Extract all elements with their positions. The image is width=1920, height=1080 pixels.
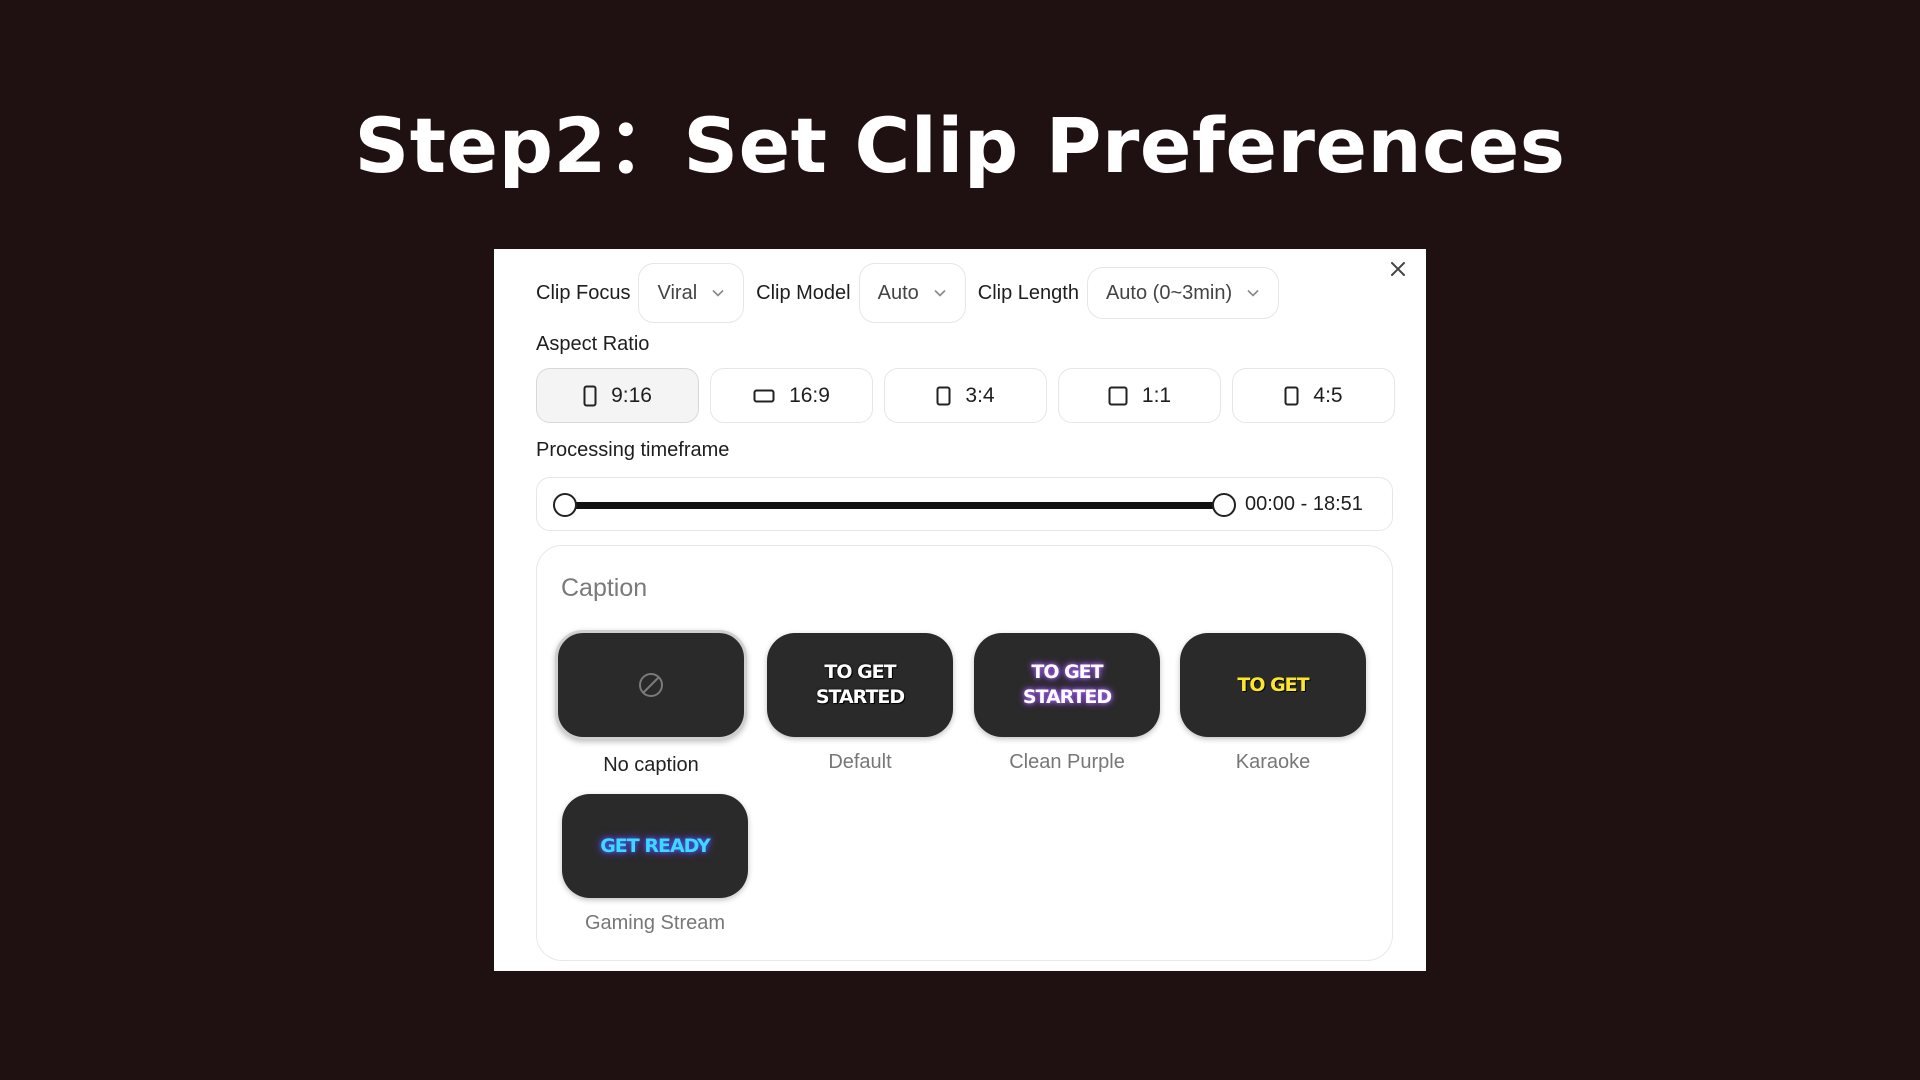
timeframe-slider: 00:00 - 18:51 [536, 477, 1393, 531]
portrait-icon [936, 386, 951, 405]
caption-sample-text: TO GET STARTED [1022, 661, 1112, 708]
aspect-ratio-label-text: 3:4 [965, 383, 995, 407]
aspect-ratio-9-16[interactable]: 9:16 [536, 368, 699, 423]
clip-focus-value: Viral [657, 281, 698, 304]
caption-preset-name: Clean Purple [1009, 751, 1125, 773]
landscape-icon [753, 389, 775, 402]
clip-focus-label: Clip Focus [536, 281, 631, 304]
close-icon [1391, 262, 1405, 276]
clip-model-dropdown[interactable]: Auto [858, 263, 966, 323]
aspect-ratio-16-9[interactable]: 16:9 [710, 368, 873, 423]
aspect-ratio-4-5[interactable]: 4:5 [1232, 368, 1395, 423]
chevron-down-icon [1247, 289, 1259, 297]
no-caption-icon [639, 673, 663, 697]
clip-model-label: Clip Model [756, 281, 851, 304]
portrait-icon [1284, 386, 1299, 405]
square-icon [1108, 386, 1128, 405]
caption-preset-name: Default [828, 751, 892, 773]
aspect-ratio-1-1[interactable]: 1:1 [1058, 368, 1221, 423]
timeframe-start-handle[interactable] [553, 493, 577, 517]
caption-preset-tile: TO GET STARTED [974, 633, 1160, 737]
caption-preset-tile: TO GET [1180, 633, 1366, 737]
chevron-down-icon [934, 289, 946, 297]
caption-preset-tile [555, 630, 747, 740]
aspect-ratio-label-text: 1:1 [1141, 383, 1172, 407]
aspect-ratio-label-text: 4:5 [1313, 383, 1343, 407]
caption-preset-no-caption[interactable]: No caption [555, 630, 747, 777]
caption-preset-name: No caption [603, 754, 699, 776]
clip-preferences-dialog: Clip Focus Viral Clip Model Auto Clip Le… [494, 249, 1426, 971]
caption-preset-name: Karaoke [1235, 751, 1311, 773]
aspect-ratio-label: Aspect Ratio [536, 333, 650, 355]
caption-preset-default[interactable]: TO GET STARTED Default [767, 633, 953, 774]
clip-settings-row: Clip Focus Viral Clip Model Auto Clip Le… [536, 263, 1291, 323]
aspect-ratio-options: 9:16 16:9 3:4 1:1 4:5 [536, 368, 1395, 423]
caption-title: Caption [561, 574, 648, 602]
caption-preset-karaoke[interactable]: TO GET Karaoke [1180, 633, 1366, 774]
processing-timeframe-label: Processing timeframe [536, 439, 730, 461]
clip-length-value: Auto (0~3min) [1105, 281, 1233, 304]
clip-length-label: Clip Length [977, 281, 1079, 304]
clip-length-dropdown[interactable]: Auto (0~3min) [1086, 267, 1280, 319]
timeframe-end-handle[interactable] [1212, 493, 1236, 517]
portrait-phone-icon [583, 385, 597, 406]
aspect-ratio-label-text: 16:9 [789, 383, 830, 407]
caption-sample-text: GET READY [600, 834, 711, 857]
clip-model-value: Auto [877, 281, 919, 304]
caption-panel: Caption No caption TO GET STARTED Defaul… [536, 545, 1393, 961]
caption-preset-clean-purple[interactable]: TO GET STARTED Clean Purple [974, 633, 1160, 774]
chevron-down-icon [712, 289, 724, 297]
caption-preset-tile: TO GET STARTED [767, 633, 953, 737]
aspect-ratio-label-text: 9:16 [611, 383, 652, 407]
clip-focus-dropdown[interactable]: Viral [638, 263, 745, 323]
caption-preset-gaming-stream[interactable]: GET READY Gaming Stream [562, 794, 748, 935]
close-button[interactable] [1386, 257, 1410, 281]
timeframe-track[interactable] [565, 502, 1225, 509]
timeframe-range-text: 00:00 - 18:51 [1245, 493, 1363, 515]
page-title: Step2：Set Clip Preferences [354, 101, 1566, 190]
aspect-ratio-3-4[interactable]: 3:4 [884, 368, 1047, 423]
caption-sample-text: TO GET STARTED [815, 661, 905, 708]
caption-preset-name: Gaming Stream [584, 912, 726, 934]
caption-preset-tile: GET READY [562, 794, 748, 898]
caption-sample-text: TO GET [1237, 673, 1309, 696]
